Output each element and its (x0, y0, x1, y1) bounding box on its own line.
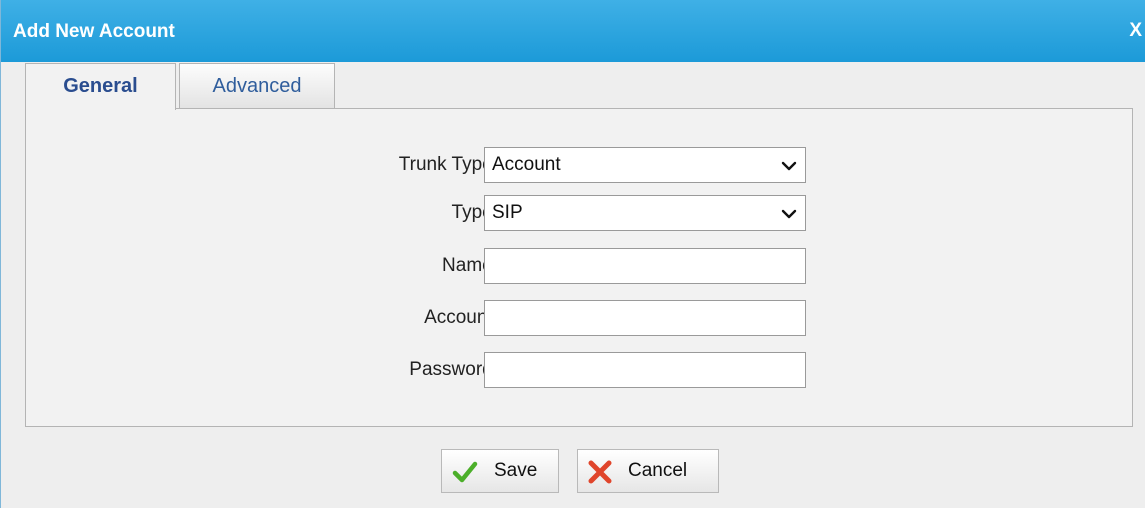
trunk-type-select[interactable]: Account (484, 147, 806, 183)
add-account-dialog: Add New Account X General Advanced Trunk… (0, 0, 1145, 508)
x-mark-icon (588, 460, 612, 484)
type-row: Type: SIP (26, 195, 1134, 231)
trunk-type-value: Account (492, 154, 561, 175)
account-row: Account: (26, 300, 1134, 336)
tab-advanced[interactable]: Advanced (179, 63, 335, 109)
password-row: Password: (26, 352, 1134, 388)
save-label: Save (494, 460, 538, 481)
cancel-label: Cancel (628, 460, 688, 481)
account-input[interactable] (484, 300, 806, 336)
name-input[interactable] (484, 248, 806, 284)
type-value: SIP (492, 202, 523, 223)
chevron-down-icon (781, 209, 797, 219)
close-button[interactable]: X (1129, 20, 1142, 42)
tab-general[interactable]: General (25, 63, 176, 110)
password-input[interactable] (484, 352, 806, 388)
save-button[interactable]: Save (441, 449, 559, 493)
general-panel: Trunk Type: Account Type: SIP Name: Acco (25, 108, 1133, 427)
name-row: Name: (26, 248, 1134, 284)
chevron-down-icon (781, 161, 797, 171)
checkmark-icon (452, 461, 478, 483)
trunk-type-row: Trunk Type: Account (26, 147, 1134, 183)
cancel-button[interactable]: Cancel (577, 449, 719, 493)
dialog-title: Add New Account (13, 21, 175, 42)
type-select[interactable]: SIP (484, 195, 806, 231)
dialog-titlebar[interactable]: Add New Account X (1, 0, 1145, 62)
